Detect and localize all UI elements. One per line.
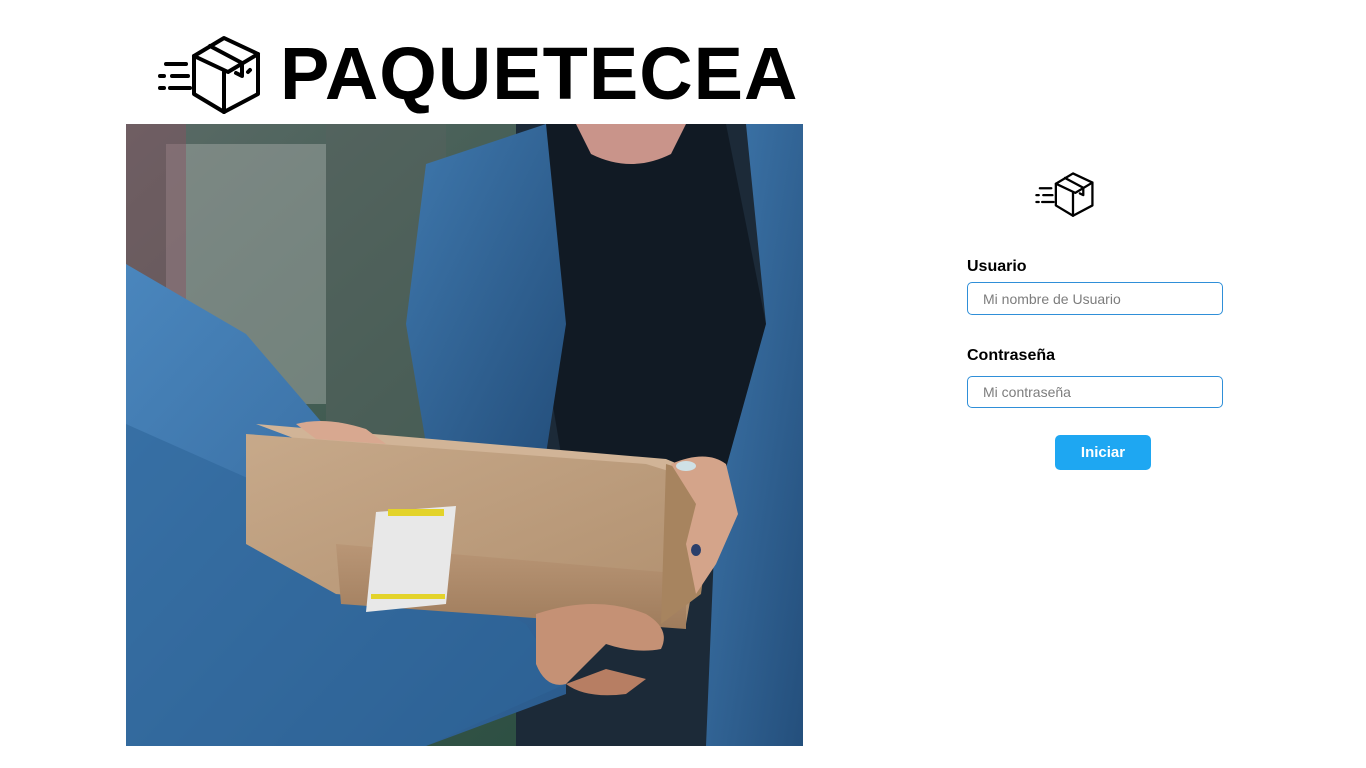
login-button[interactable]: Iniciar bbox=[1055, 435, 1151, 470]
password-input[interactable] bbox=[967, 376, 1223, 408]
package-handover-photo bbox=[126, 124, 803, 746]
username-input[interactable] bbox=[967, 282, 1223, 315]
username-label: Usuario bbox=[967, 258, 1027, 275]
password-label: Contraseña bbox=[967, 347, 1056, 364]
fast-delivery-box-icon bbox=[158, 36, 260, 114]
brand-header: PAQUETECEA bbox=[158, 32, 798, 116]
login-page: PAQUETECEA Usuario Mi nombre de Usuario … bbox=[0, 0, 1366, 768]
login-logo-icon bbox=[1035, 172, 1094, 217]
hero-image bbox=[126, 124, 803, 746]
brand-name: PAQUETECEA bbox=[280, 32, 799, 115]
